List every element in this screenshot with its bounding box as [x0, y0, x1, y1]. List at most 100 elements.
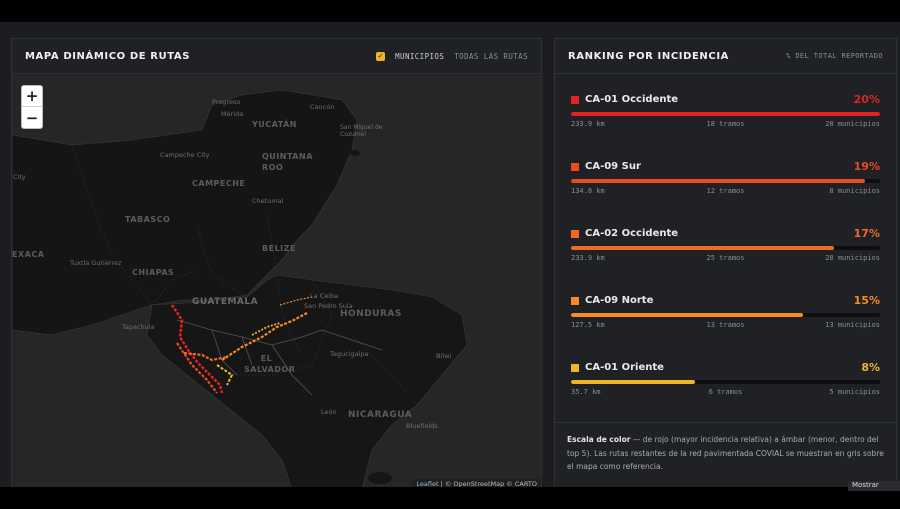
ranking-subtitle: % DEL TOTAL REPORTADO	[786, 52, 883, 60]
route-name: CA-01 Oriente	[571, 362, 664, 373]
map-label-chetumal: Chetumal	[252, 197, 284, 205]
ranking-item-header: CA-01 Occidente 20%	[571, 93, 880, 106]
route-municipios: 13 municipios	[825, 321, 880, 329]
route-color-swatch	[571, 363, 579, 372]
route-tramos: 18 tramos	[706, 120, 745, 128]
color-scale-note: Escala de color — de rojo (mayor inciden…	[555, 422, 896, 484]
route-municipios: 28 municipios	[825, 120, 880, 128]
route-meta: 233.9 km 25 tramos 28 municipios	[571, 254, 880, 262]
map-controls: ✓ MUNICIPIOS TODAS LAS RUTAS	[376, 51, 528, 61]
map-label-el-salvador: EL SALVADOR	[244, 354, 296, 374]
map-label-exaca: EXACA	[12, 250, 45, 259]
route-progress-bar	[571, 112, 880, 116]
ranking-item[interactable]: CA-09 Sur 19% 134.8 km 12 tramos 8 munic…	[571, 141, 880, 208]
map-label-bilwi: Bilwi	[436, 352, 452, 360]
map-basemap	[12, 75, 541, 489]
route-progress-fill	[571, 246, 834, 250]
map-label-campeche: CAMPECHE	[192, 179, 246, 188]
map-label-belize: BELIZE	[262, 244, 296, 253]
route-name: CA-09 Sur	[571, 161, 641, 172]
map-label-tuxtla: Tuxtla Gutiérrez	[70, 259, 122, 267]
map-label-honduras: HONDURAS	[340, 309, 402, 319]
bottom-bar	[0, 487, 900, 509]
all-routes-toggle[interactable]: TODAS LAS RUTAS	[454, 52, 528, 61]
route-km: 134.8 km	[571, 187, 605, 195]
route-km: 233.9 km	[571, 254, 605, 262]
zoom-in-button[interactable]: +	[22, 86, 42, 107]
zoom-control: + −	[21, 85, 43, 129]
route-name-text: CA-01 Oriente	[585, 362, 664, 373]
map-panel-header: MAPA DINÁMICO DE RUTAS ✓ MUNICIPIOS TODA…	[12, 39, 541, 74]
route-tramos: 13 tramos	[706, 321, 745, 329]
ranking-item-header: CA-02 Occidente 17%	[571, 227, 880, 240]
map-label-tegucigalpa: Tegucigalpa	[330, 350, 369, 358]
ranking-item[interactable]: CA-01 Occidente 20% 233.9 km 18 tramos 2…	[571, 74, 880, 141]
route-name: CA-02 Occidente	[571, 228, 678, 239]
map-label-tabasco: TABASCO	[125, 215, 171, 224]
route-meta: 134.8 km 12 tramos 8 municipios	[571, 187, 880, 195]
route-color-swatch	[571, 229, 579, 238]
map-label-merida: Mérida	[221, 110, 244, 118]
route-tramos: 25 tramos	[706, 254, 745, 262]
ranking-panel: RANKING POR INCIDENCIA % DEL TOTAL REPOR…	[554, 38, 897, 490]
map-label-nicaragua: NICARAGUA	[348, 410, 413, 420]
route-tramos: 12 tramos	[706, 187, 745, 195]
map-panel: MAPA DINÁMICO DE RUTAS ✓ MUNICIPIOS TODA…	[11, 38, 542, 490]
map-label-tapachula: Tapachula	[122, 323, 155, 331]
route-meta: 127.5 km 13 tramos 13 municipios	[571, 321, 880, 329]
route-meta: 233.9 km 18 tramos 28 municipios	[571, 120, 880, 128]
route-progress-fill	[571, 380, 695, 384]
map-label-progreso: Progreso	[212, 98, 241, 106]
route-progress-fill	[571, 112, 880, 116]
ranking-list: CA-01 Occidente 20% 233.9 km 18 tramos 2…	[555, 74, 896, 409]
ranking-title: RANKING POR INCIDENCIA	[568, 50, 729, 62]
route-name-text: CA-02 Occidente	[585, 228, 679, 239]
route-municipios: 28 municipios	[825, 254, 880, 262]
route-km: 233.9 km	[571, 120, 605, 128]
ranking-item[interactable]: CA-02 Occidente 17% 233.9 km 25 tramos 2…	[571, 208, 880, 275]
ranking-item[interactable]: CA-09 Norte 15% 127.5 km 13 tramos 13 mu…	[571, 275, 880, 342]
route-progress-bar	[571, 380, 880, 384]
map-label-bluefields: Bluefields	[406, 422, 438, 430]
municipios-checkbox[interactable]: ✓	[376, 51, 386, 61]
ranking-item-header: CA-09 Norte 15%	[571, 294, 880, 307]
route-name-text: CA-09 Sur	[585, 161, 641, 172]
dashboard: MAPA DINÁMICO DE RUTAS ✓ MUNICIPIOS TODA…	[0, 22, 900, 490]
map-label-city: City	[13, 173, 26, 181]
route-percentage: 20%	[853, 93, 880, 106]
ranking-item-header: CA-01 Oriente 8%	[571, 361, 880, 374]
show-tooltip[interactable]: Mostrar	[848, 481, 900, 491]
route-progress-fill	[571, 313, 803, 317]
map-label-leon: León	[321, 408, 337, 416]
ranking-item-header: CA-09 Sur 19%	[571, 160, 880, 173]
route-tramos: 6 tramos	[708, 388, 743, 396]
map-label-yucatan: YUCATÁN	[252, 120, 297, 129]
route-municipios: 5 municipios	[829, 388, 880, 396]
route-percentage: 8%	[861, 361, 880, 374]
map-label-cozumel: San Miguel de Cozumel	[340, 124, 383, 138]
route-name: CA-09 Norte	[571, 295, 653, 306]
route-progress-fill	[571, 179, 865, 183]
route-percentage: 19%	[853, 160, 880, 173]
route-progress-bar	[571, 179, 880, 183]
route-percentage: 17%	[853, 227, 880, 240]
zoom-out-button[interactable]: −	[22, 107, 42, 128]
route-progress-bar	[571, 246, 880, 250]
route-name: CA-01 Occidente	[571, 94, 678, 105]
color-scale-title: Escala de color	[567, 435, 631, 444]
route-color-swatch	[571, 162, 579, 171]
route-progress-bar	[571, 313, 880, 317]
route-name-text: CA-09 Norte	[585, 295, 654, 306]
map-label-guatemala: GUATEMALA	[192, 297, 259, 307]
map-label-la-ceiba: La Ceiba	[310, 292, 339, 300]
map-panel-title: MAPA DINÁMICO DE RUTAS	[25, 50, 191, 62]
route-color-swatch	[571, 296, 579, 305]
route-color-swatch	[571, 95, 579, 104]
map-label-campeche-city: Campeche City	[160, 151, 210, 159]
route-meta: 35.7 km 6 tramos 5 municipios	[571, 388, 880, 396]
route-percentage: 15%	[853, 294, 880, 307]
map-canvas[interactable]: Progreso Mérida Cancún YUCATÁN San Migue…	[12, 75, 541, 489]
municipios-toggle-label[interactable]: MUNICIPIOS	[395, 52, 444, 61]
route-km: 35.7 km	[571, 388, 601, 396]
ranking-item[interactable]: CA-01 Oriente 8% 35.7 km 6 tramos 5 muni…	[571, 342, 880, 409]
